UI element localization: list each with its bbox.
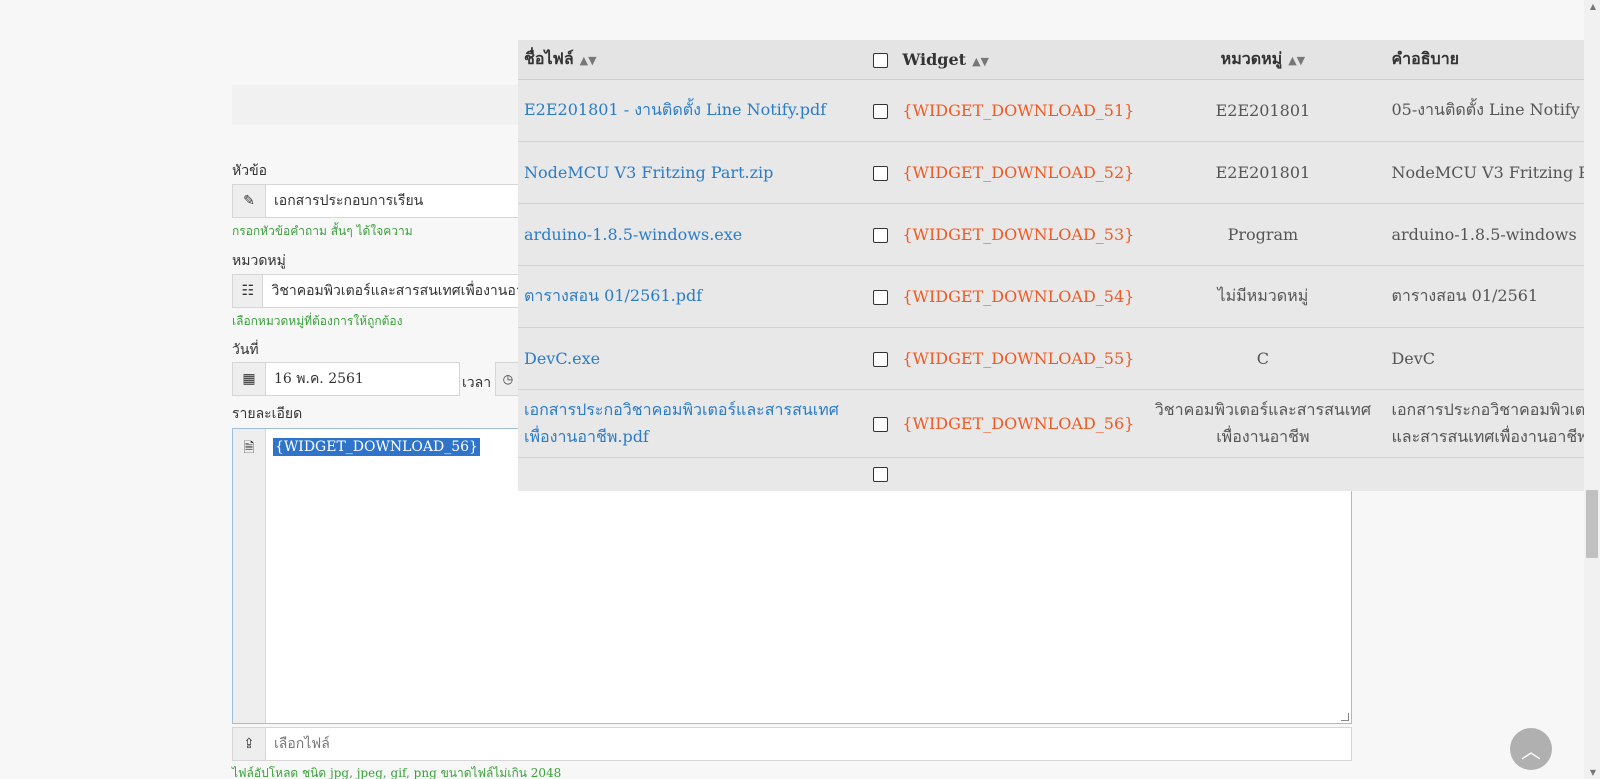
file-upload-field[interactable]: ⇪ เลือกไฟล์ — [232, 727, 1352, 761]
scroll-up-icon[interactable]: ▲ — [1590, 2, 1596, 11]
file-picker-overlay: ชื่อไฟล์ ▲▼ Widget ▲▼ หมวดหมู่ ▲▼ คำอธิบาย … — [518, 40, 1600, 491]
widget-code: {WIDGET_DOWNLOAD_54} — [902, 286, 1135, 306]
tree-icon: ☷ — [233, 275, 264, 307]
header-name-label: ชื่อไฟล์ — [524, 48, 574, 68]
sort-icon[interactable]: ▲▼ — [1288, 54, 1305, 67]
subject-field[interactable]: ✎ เอกสารประกอบการเรียน — [232, 184, 522, 218]
scroll-thumb[interactable] — [1586, 490, 1598, 558]
file-link[interactable]: E2E201801 - งานติดตั้ง Line Notify.pdf — [524, 100, 826, 119]
table-row-empty — [518, 457, 1600, 489]
file-link[interactable]: ตารางสอน 01/2561.pdf — [524, 286, 702, 305]
table-row: เอกสารประกอวิชาคอมพิวเตอร์และสารสนเทศเพื… — [518, 389, 1600, 458]
header-description: คำอธิบาย — [1385, 40, 1600, 80]
subject-hint: กรอกหัวข้อคำถาม สั้นๆ ได้ใจความ — [232, 224, 413, 238]
row-checkbox[interactable] — [872, 351, 888, 367]
file-link[interactable]: DevC.exe — [524, 349, 600, 368]
category-cell: C — [1256, 348, 1270, 368]
file-link[interactable]: arduino-1.8.5-windows.exe — [524, 225, 742, 244]
widget-code: {WIDGET_DOWNLOAD_56} — [902, 413, 1135, 433]
category-label: หมวดหมู่ — [232, 253, 286, 269]
table-row: arduino-1.8.5-windows.exe {WIDGET_DOWNLO… — [518, 203, 1600, 266]
row-checkbox[interactable] — [872, 416, 888, 432]
calendar-icon: ▦ — [233, 363, 266, 395]
category-cell: ไม่มีหมวดหมู่ — [1217, 285, 1309, 305]
category-select[interactable]: ☷ วิชาคอมพิวเตอร์และสารสนเทศเพื่องานอาชี… — [232, 274, 522, 308]
category-value: วิชาคอมพิวเตอร์และสารสนเทศเพื่องานอาชีพ — [271, 283, 521, 299]
row-checkbox[interactable] — [872, 103, 888, 119]
file-placeholder[interactable]: เลือกไฟล์ — [266, 733, 330, 755]
page-scrollbar[interactable]: ▲ ▼ — [1584, 0, 1600, 779]
category-cell: Program — [1227, 224, 1299, 244]
description-cell: arduino-1.8.5-windows — [1391, 224, 1577, 244]
subject-label: หัวข้อ — [232, 163, 268, 179]
category-cell: E2E201801 — [1215, 162, 1311, 182]
table-row: DevC.exe {WIDGET_DOWNLOAD_55} C DevC — [518, 327, 1600, 390]
resize-handle[interactable] — [1341, 713, 1349, 721]
file-link[interactable]: เอกสารประกอวิชาคอมพิวเตอร์และสารสนเทศเพื… — [524, 400, 839, 446]
widget-code: {WIDGET_DOWNLOAD_53} — [902, 224, 1135, 244]
file-hint: ไฟล์อัปโหลด ชนิด jpg, jpeg, gif, png ขนา… — [232, 766, 562, 779]
row-checkbox[interactable] — [872, 165, 888, 181]
category-hint: เลือกหมวดหมู่ที่ต้องการให้ถูกต้อง — [232, 314, 403, 328]
table-header: ชื่อไฟล์ ▲▼ Widget ▲▼ หมวดหมู่ ▲▼ คำอธิบาย — [518, 40, 1600, 80]
file-table: ชื่อไฟล์ ▲▼ Widget ▲▼ หมวดหมู่ ▲▼ คำอธิบาย … — [518, 40, 1600, 489]
file-link[interactable]: NodeMCU V3 Fritzing Part.zip — [524, 163, 773, 182]
row-checkbox[interactable] — [872, 466, 888, 482]
row-checkbox[interactable] — [872, 227, 888, 243]
header-category[interactable]: หมวดหมู่ ▲▼ — [1140, 40, 1386, 80]
table-row: ตารางสอน 01/2561.pdf {WIDGET_DOWNLOAD_54… — [518, 265, 1600, 328]
category-cell: วิชาคอมพิวเตอร์และสารสนเทศเพื่องานอาชีพ — [1154, 400, 1371, 446]
subject-input[interactable]: เอกสารประกอบการเรียน — [266, 190, 423, 212]
detail-label: รายละเอียด — [232, 406, 303, 422]
time-label: เวลา — [462, 375, 492, 391]
top-panel — [232, 85, 522, 125]
pencil-icon: ✎ — [233, 185, 266, 217]
header-name[interactable]: ชื่อไฟล์ ▲▼ — [518, 40, 865, 80]
upload-icon: ⇪ — [233, 728, 266, 760]
scroll-down-icon[interactable]: ▼ — [1590, 768, 1596, 777]
date-label: วันที่ — [232, 342, 259, 358]
editor-gutter: 🗎 — [233, 429, 266, 723]
sort-icon[interactable]: ▲▼ — [972, 55, 989, 68]
header-description-label: คำอธิบาย — [1391, 48, 1460, 68]
sort-icon[interactable]: ▲▼ — [580, 54, 597, 67]
category-cell: E2E201801 — [1215, 100, 1311, 120]
header-widget-label: Widget — [902, 49, 967, 69]
editor-content[interactable]: {WIDGET_DOWNLOAD_56} — [273, 438, 480, 456]
chevron-up-icon: ︿ — [1521, 738, 1541, 763]
description-cell: NodeMCU V3 Fritzing Part — [1391, 162, 1600, 182]
back-to-top-button[interactable]: ︿ — [1510, 728, 1552, 770]
widget-code: {WIDGET_DOWNLOAD_52} — [902, 162, 1135, 182]
header-widget[interactable]: Widget ▲▼ — [896, 40, 1141, 80]
date-field[interactable]: ▦ 16 พ.ค. 2561 — [232, 362, 460, 396]
widget-code: {WIDGET_DOWNLOAD_55} — [902, 348, 1135, 368]
selected-text: {WIDGET_DOWNLOAD_56} — [273, 438, 480, 456]
header-category-label: หมวดหมู่ — [1220, 48, 1283, 68]
widget-code: {WIDGET_DOWNLOAD_51} — [902, 100, 1135, 120]
description-cell: เอกสารประกอวิชาคอมพิวเตอร์และสารสนเทศเพื… — [1391, 400, 1600, 446]
document-icon: 🗎 — [243, 440, 255, 456]
header-select-all[interactable] — [864, 40, 897, 80]
table-row: NodeMCU V3 Fritzing Part.zip {WIDGET_DOW… — [518, 141, 1600, 204]
table-row: E2E201801 - งานติดตั้ง Line Notify.pdf {… — [518, 79, 1600, 142]
select-all-checkbox[interactable] — [872, 52, 888, 68]
description-cell: 05-งานติดตั้ง Line Notify — [1391, 99, 1580, 119]
date-input[interactable]: 16 พ.ค. 2561 — [266, 368, 364, 390]
row-checkbox[interactable] — [872, 289, 888, 305]
description-cell: ตารางสอน 01/2561 — [1391, 285, 1539, 305]
description-cell: DevC — [1391, 348, 1436, 368]
